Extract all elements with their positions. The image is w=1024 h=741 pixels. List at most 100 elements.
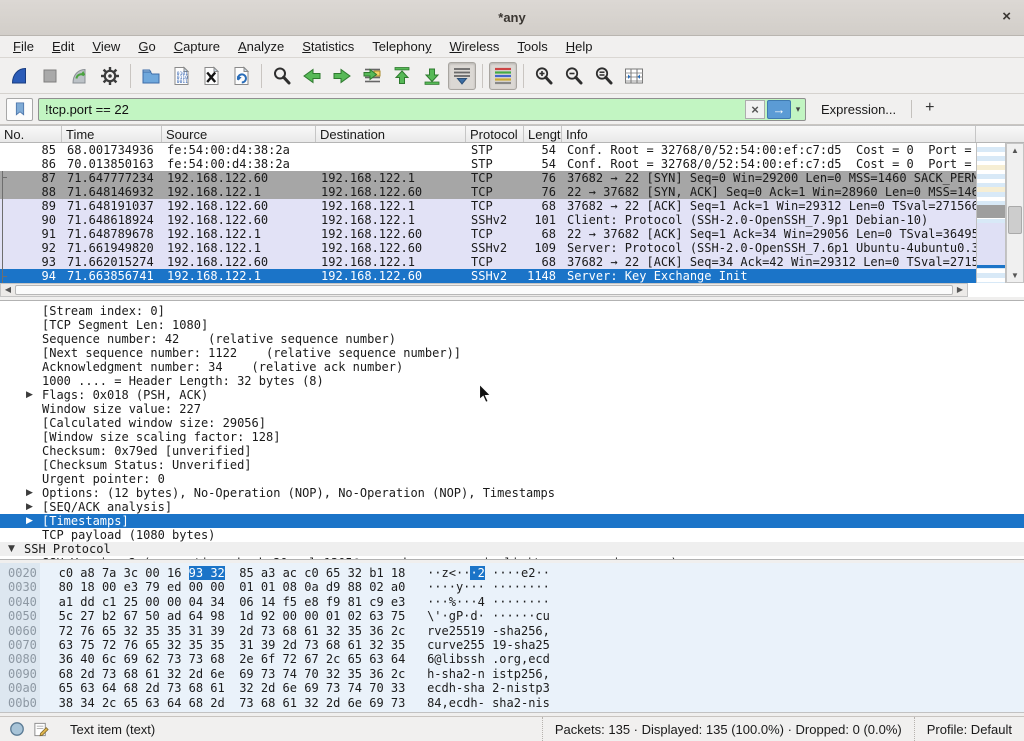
detail-line[interactable]: Sequence number: 42 (relative sequence n…	[0, 332, 1024, 346]
packet-row[interactable]: 9171.648789678192.168.122.1192.168.122.6…	[0, 227, 976, 241]
hex-bytes-highlighted[interactable]: 93 32	[189, 566, 225, 580]
zoom-reset-button[interactable]	[590, 62, 618, 90]
column-header-no[interactable]: No.	[0, 126, 62, 142]
detail-line[interactable]: [Window size scaling factor: 128]	[0, 430, 1024, 444]
menu-view[interactable]: View	[83, 37, 129, 56]
hex-ascii[interactable]: ecdh-sha 2-nistp3	[427, 681, 550, 695]
hex-ascii[interactable]: 6@libssh .org,ecd	[427, 652, 550, 666]
detail-line[interactable]: [Stream index: 0]	[0, 304, 1024, 318]
go-forward-button[interactable]	[328, 62, 356, 90]
packet-row[interactable]: 8568.001734936fe:54:00:d4:38:2aSTP54Conf…	[0, 143, 976, 157]
detail-line[interactable]: ▶[Timestamps]	[0, 514, 1024, 528]
detail-line[interactable]: ▶[SEQ/ACK analysis]	[0, 500, 1024, 514]
hex-ascii[interactable]: h-sha2-n istp256,	[427, 667, 550, 681]
menu-help[interactable]: Help	[557, 37, 602, 56]
scroll-left-icon[interactable]: ◀	[1, 284, 15, 296]
hex-ascii[interactable]: rve25519 -sha256,	[427, 624, 550, 638]
collapsed-arrow-icon[interactable]: ▶	[26, 556, 33, 560]
hex-row[interactable]: 0050 5c 27 b2 67 50 ad 64 98 1d 92 00 00…	[8, 609, 1024, 623]
menu-statistics[interactable]: Statistics	[293, 37, 363, 56]
packet-row[interactable]: 9071.648618924192.168.122.60192.168.122.…	[0, 213, 976, 227]
hex-ascii[interactable]: ····e2··	[485, 566, 550, 580]
hex-bytes[interactable]: 85 a3 ac c0 65 32 b1 18	[225, 566, 406, 580]
hex-ascii[interactable]: \'·gP·d· ······cu	[427, 609, 550, 623]
title-bar[interactable]: *any ×	[0, 0, 1024, 36]
stop-capture-button[interactable]	[36, 62, 64, 90]
zoom-out-button[interactable]	[560, 62, 588, 90]
hex-bytes[interactable]: 72 76 65 32 35 35 31 39 2d 73 68 61 32 3…	[59, 624, 406, 638]
detail-line[interactable]: TCP payload (1080 bytes)	[0, 528, 1024, 542]
hex-row[interactable]: 0040 a1 dd c1 25 00 00 04 34 06 14 f5 e8…	[8, 595, 1024, 609]
auto-scroll-button[interactable]	[448, 62, 476, 90]
detail-line[interactable]: [TCP Segment Len: 1080]	[0, 318, 1024, 332]
hex-bytes[interactable]: 80 18 00 e3 79 ed 00 00 01 01 08 0a d9 8…	[59, 580, 406, 594]
packet-row[interactable]: 9271.661949820192.168.122.1192.168.122.6…	[0, 241, 976, 255]
horizontal-scrollbar-thumb[interactable]	[15, 285, 953, 295]
close-icon[interactable]: ×	[1002, 9, 1011, 25]
hex-ascii-highlighted[interactable]: ·2	[470, 566, 484, 580]
collapsed-arrow-icon[interactable]: ▶	[26, 500, 33, 514]
column-header-time[interactable]: Time	[62, 126, 162, 142]
detail-line[interactable]: 1000 .... = Header Length: 32 bytes (8)	[0, 374, 1024, 388]
hex-bytes[interactable]: 63 75 72 76 65 32 35 35 31 39 2d 73 68 6…	[59, 638, 406, 652]
hex-bytes[interactable]: 36 40 6c 69 62 73 73 68 2e 6f 72 67 2c 6…	[59, 652, 406, 666]
open-file-button[interactable]	[137, 62, 165, 90]
detail-line[interactable]: [Calculated window size: 29056]	[0, 416, 1024, 430]
vertical-scrollbar-thumb[interactable]	[1008, 206, 1022, 234]
packet-row[interactable]: 8771.647777234192.168.122.60192.168.122.…	[0, 171, 976, 185]
detail-line[interactable]: Window size value: 227	[0, 402, 1024, 416]
expert-info-icon[interactable]	[9, 721, 25, 737]
detail-line[interactable]: ▶Options: (12 bytes), No-Operation (NOP)…	[0, 486, 1024, 500]
display-filter-input[interactable]: !tcp.port == 22 × → ▾	[38, 98, 806, 121]
go-back-button[interactable]	[298, 62, 326, 90]
hex-ascii[interactable]: ···%···4 ········	[427, 595, 550, 609]
hex-ascii[interactable]: curve255 19-sha25	[427, 638, 550, 652]
packet-row[interactable]: 8670.013850163fe:54:00:d4:38:2aSTP54Conf…	[0, 157, 976, 171]
hex-row[interactable]: 0060 72 76 65 32 35 35 31 39 2d 73 68 61…	[8, 624, 1024, 638]
scroll-down-icon[interactable]: ▼	[1007, 269, 1023, 282]
detail-line[interactable]: Acknowledgment number: 34 (relative ack …	[0, 360, 1024, 374]
hex-row[interactable]: 00b0 38 34 2c 65 63 64 68 2d 73 68 61 32…	[8, 696, 1024, 710]
hex-row[interactable]: 0070 63 75 72 76 65 32 35 35 31 39 2d 73…	[8, 638, 1024, 652]
hex-row[interactable]: 0030 80 18 00 e3 79 ed 00 00 01 01 08 0a…	[8, 580, 1024, 594]
filter-bookmark-button[interactable]	[6, 98, 33, 121]
go-to-packet-button[interactable]	[358, 62, 386, 90]
hex-bytes[interactable]: 38 34 2c 65 63 64 68 2d 73 68 61 32 2d 6…	[59, 696, 406, 710]
filter-dropdown-caret[interactable]: ▾	[791, 100, 805, 119]
detail-line[interactable]: Checksum: 0x79ed [unverified]	[0, 444, 1024, 458]
menu-go[interactable]: Go	[129, 37, 164, 56]
status-profile[interactable]: Profile: Default	[914, 717, 1024, 741]
start-capture-button[interactable]	[6, 62, 34, 90]
reload-file-button[interactable]	[227, 62, 255, 90]
go-last-button[interactable]	[418, 62, 446, 90]
capture-comment-icon[interactable]	[33, 721, 50, 738]
hex-row[interactable]: 0080 36 40 6c 69 62 73 73 68 2e 6f 72 67…	[8, 652, 1024, 666]
go-first-button[interactable]	[388, 62, 416, 90]
hex-row[interactable]: 00a0 65 63 64 68 2d 73 68 61 32 2d 6e 69…	[8, 681, 1024, 695]
packet-row[interactable]: 8871.648146932192.168.122.1192.168.122.6…	[0, 185, 976, 199]
colorize-button[interactable]	[489, 62, 517, 90]
column-header-destination[interactable]: Destination	[316, 126, 466, 142]
capture-options-button[interactable]	[96, 62, 124, 90]
hex-row[interactable]: 0020 c0 a8 7a 3c 00 16 93 32 85 a3 ac c0…	[8, 566, 1024, 580]
expression-button[interactable]: Expression...	[811, 102, 906, 117]
hex-bytes[interactable]: a1 dd c1 25 00 00 04 34 06 14 f5 e8 f9 8…	[59, 595, 406, 609]
packet-list-vertical-scrollbar[interactable]: ▲ ▼	[1006, 143, 1024, 283]
detail-line[interactable]: ▶Flags: 0x018 (PSH, ACK)	[0, 388, 1024, 402]
packet-row[interactable]: 8971.648191037192.168.122.60192.168.122.…	[0, 199, 976, 213]
zoom-in-button[interactable]	[530, 62, 558, 90]
hex-row[interactable]: 0090 68 2d 73 68 61 32 2d 6e 69 73 74 70…	[8, 667, 1024, 681]
packet-row[interactable]: 9471.663856741192.168.122.1192.168.122.6…	[0, 269, 976, 283]
column-header-source[interactable]: Source	[162, 126, 316, 142]
packet-list-horizontal-scrollbar[interactable]: ◀ ▶	[0, 283, 968, 297]
hex-ascii[interactable]: ··z<··	[427, 566, 470, 580]
expanded-arrow-icon[interactable]: ▼	[8, 542, 15, 556]
find-packet-button[interactable]	[268, 62, 296, 90]
detail-line[interactable]: Urgent pointer: 0	[0, 472, 1024, 486]
detail-line[interactable]: [Checksum Status: Unverified]	[0, 458, 1024, 472]
menu-telephony[interactable]: Telephony	[363, 37, 440, 56]
detail-line[interactable]: [Next sequence number: 1122 (relative se…	[0, 346, 1024, 360]
collapsed-arrow-icon[interactable]: ▶	[26, 514, 33, 528]
filter-apply-button[interactable]: →	[767, 100, 791, 119]
hex-ascii[interactable]: 84,ecdh- sha2-nis	[427, 696, 550, 710]
